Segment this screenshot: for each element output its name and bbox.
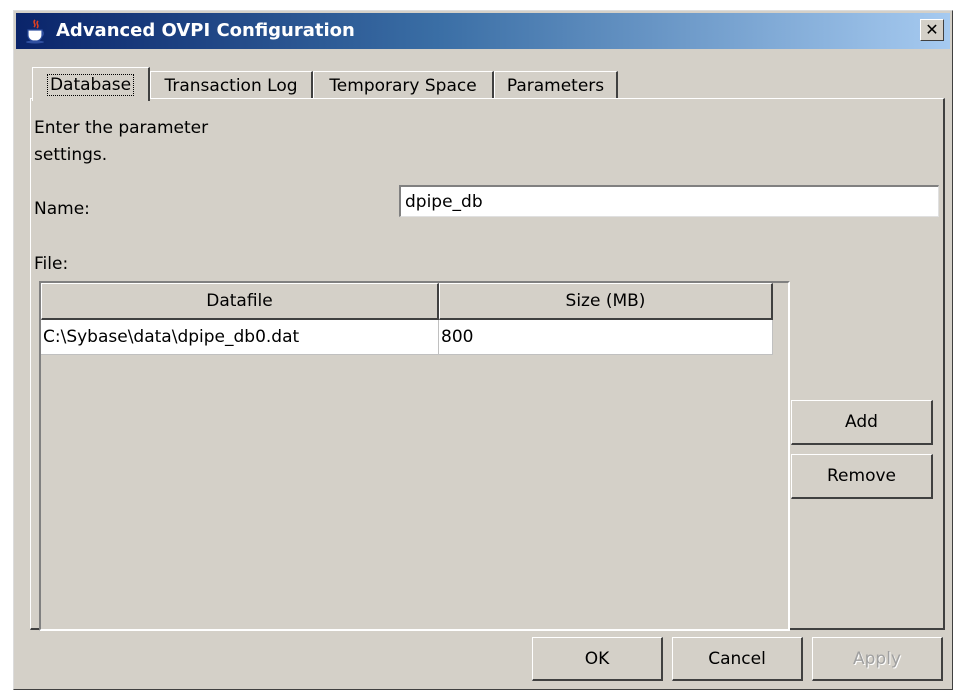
advanced-ovpi-configuration-dialog: Advanced OVPI Configuration ✕ Database T…	[13, 10, 953, 690]
file-label: File:	[34, 254, 69, 274]
java-cup-icon	[22, 18, 48, 44]
size-cell[interactable]: 800	[439, 320, 773, 355]
ok-button[interactable]: OK	[532, 637, 663, 681]
tab-parameters-label: Parameters	[506, 75, 605, 96]
name-label: Name:	[34, 199, 90, 219]
name-input[interactable]	[399, 185, 939, 217]
tab-temporary-space[interactable]: Temporary Space	[313, 71, 494, 99]
tab-transaction-log-label: Transaction Log	[164, 75, 298, 96]
instructions-text: Enter the parameter settings.	[34, 118, 209, 165]
column-header-size[interactable]: Size (MB)	[439, 283, 773, 320]
title-bar[interactable]: Advanced OVPI Configuration ✕	[16, 13, 950, 49]
close-icon[interactable]: ✕	[920, 19, 944, 41]
tab-database-label: Database	[46, 73, 135, 96]
add-button[interactable]: Add	[791, 400, 933, 445]
tab-temporary-space-label: Temporary Space	[329, 75, 477, 96]
apply-button[interactable]: Apply	[812, 637, 943, 681]
table-header: Datafile Size (MB)	[41, 283, 773, 320]
remove-button[interactable]: Remove	[791, 454, 933, 499]
tab-database[interactable]: Database	[32, 67, 150, 101]
window-title: Advanced OVPI Configuration	[56, 20, 355, 41]
tab-parameters[interactable]: Parameters	[494, 71, 618, 99]
tab-transaction-log[interactable]: Transaction Log	[150, 71, 313, 99]
column-header-datafile[interactable]: Datafile	[41, 283, 439, 320]
datafile-cell[interactable]: C:\Sybase\data\dpipe_db0.dat	[41, 320, 439, 355]
table-row[interactable]: C:\Sybase\data\dpipe_db0.dat 800	[41, 320, 773, 355]
datafile-table: Datafile Size (MB) C:\Sybase\data\dpipe_…	[39, 281, 790, 631]
cancel-button[interactable]: Cancel	[672, 637, 803, 681]
